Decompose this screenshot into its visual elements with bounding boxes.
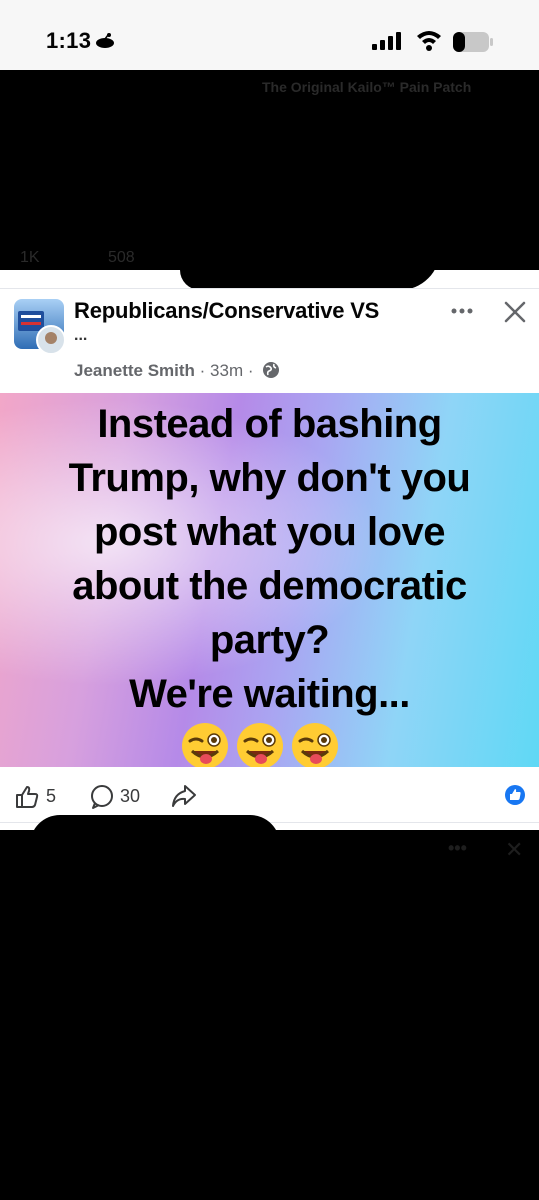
share-icon[interactable] (170, 783, 198, 809)
previous-post-comments: 508 (108, 249, 135, 266)
group-name-overflow: ... (74, 327, 88, 344)
previous-post-caption: The Original Kailo™ Pain Patch (262, 79, 472, 95)
comment-count[interactable]: 30 (120, 786, 140, 807)
like-count[interactable]: 5 (46, 786, 56, 807)
more-options-icon[interactable] (445, 299, 479, 323)
winking-face-with-tongue-icon (292, 723, 338, 767)
post-image-line: Instead of bashing (97, 402, 442, 446)
battery-icon (453, 32, 493, 52)
author-name[interactable]: Jeanette Smith (74, 361, 195, 380)
comment-icon[interactable] (88, 783, 116, 811)
redacted-region-bottom (0, 830, 539, 1200)
emoji-row (180, 721, 360, 767)
post-image-line: We're waiting... (129, 672, 410, 716)
post-image-line: party? (209, 618, 330, 662)
status-time: 1:13 (46, 28, 92, 53)
meta-separator: · (194, 361, 211, 380)
wifi-icon (417, 31, 441, 51)
close-icon[interactable] (500, 297, 530, 327)
signal-icon (372, 32, 401, 50)
winking-face-with-tongue-icon (237, 723, 283, 767)
previous-post-likes: 1K (20, 249, 40, 266)
post-header: Republicans/Conservative VS ... Jeanette… (0, 288, 539, 393)
meta-separator-2: · (243, 361, 259, 380)
status-bar: 1:13 (0, 0, 539, 76)
post-time[interactable]: 33m (210, 361, 243, 380)
post-image-text: Instead of bashing Trump, why don't you … (0, 397, 539, 721)
globe-icon (263, 362, 280, 378)
notification-icon (96, 33, 114, 48)
post-image[interactable]: Instead of bashing Trump, why don't you … (0, 393, 539, 767)
post-image-line: about the democratic (72, 564, 467, 608)
redacted-region-top-curve (180, 250, 440, 290)
post-image-line: post what you love (93, 510, 446, 554)
like-icon[interactable] (14, 784, 40, 810)
winking-face-with-tongue-icon (182, 723, 228, 767)
post-meta: Jeanette Smith · 33m · (74, 361, 280, 381)
post-image-line: Trump, why don't you (68, 456, 471, 500)
group-name[interactable]: Republicans/Conservative VS (74, 298, 379, 324)
like-reaction-badge-icon[interactable] (504, 784, 526, 806)
redacted-region-top (0, 70, 539, 270)
author-avatar[interactable] (36, 325, 66, 355)
next-post-close-icon: ✕ (505, 837, 524, 862)
next-post-more-icon: ••• (448, 838, 467, 858)
